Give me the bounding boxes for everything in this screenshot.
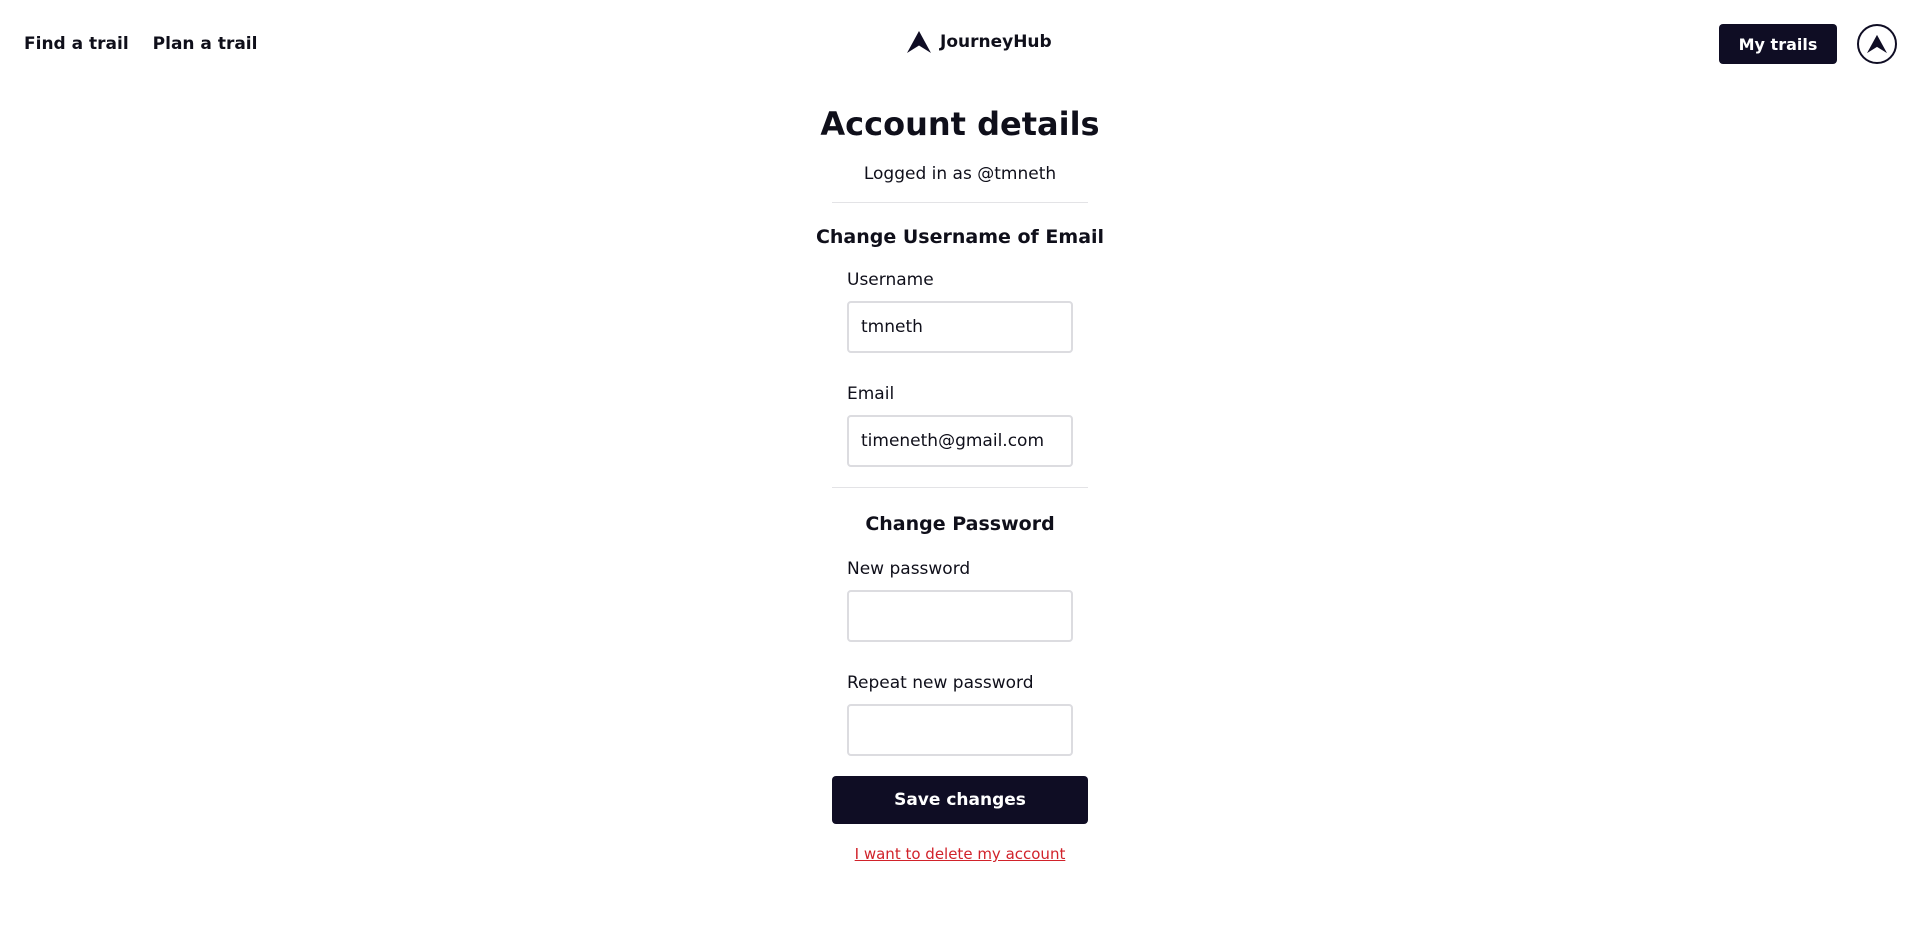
nav-find-trail-link[interactable]: Find a trail — [24, 32, 129, 56]
email-label: Email — [847, 384, 895, 404]
brand-name: JourneyHub — [940, 32, 1052, 52]
nav-plan-trail-link[interactable]: Plan a trail — [153, 32, 258, 56]
avatar-button[interactable] — [1857, 24, 1897, 64]
site-header: Find a trail Plan a trail JourneyHub My … — [0, 0, 1920, 88]
profile-section-title: Change Username of Email — [815, 226, 1105, 248]
new-password-label: New password — [847, 559, 971, 579]
mountain-logo-icon — [1867, 34, 1887, 54]
mountain-logo-icon — [907, 31, 931, 53]
repeat-password-label: Repeat new password — [847, 673, 1034, 693]
username-field[interactable] — [847, 301, 1073, 353]
account-form: Account details Logged in as @tmneth Cha… — [816, 96, 1104, 864]
main-nav: Find a trail Plan a trail — [24, 32, 257, 56]
brand-logo-link[interactable]: JourneyHub — [906, 30, 1052, 54]
new-password-field[interactable] — [847, 590, 1073, 642]
email-field[interactable] — [847, 415, 1073, 467]
section-divider — [832, 202, 1088, 203]
username-label: Username — [847, 270, 934, 290]
password-section-title: Change Password — [865, 513, 1055, 535]
repeat-password-field[interactable] — [847, 704, 1073, 756]
section-divider — [832, 487, 1088, 488]
my-trails-button[interactable]: My trails — [1719, 24, 1837, 64]
save-changes-button[interactable]: Save changes — [832, 776, 1088, 824]
logged-in-text: Logged in as @tmneth — [863, 164, 1057, 184]
delete-account-link[interactable]: I want to delete my account — [832, 844, 1088, 864]
page-title: Account details — [820, 105, 1100, 143]
